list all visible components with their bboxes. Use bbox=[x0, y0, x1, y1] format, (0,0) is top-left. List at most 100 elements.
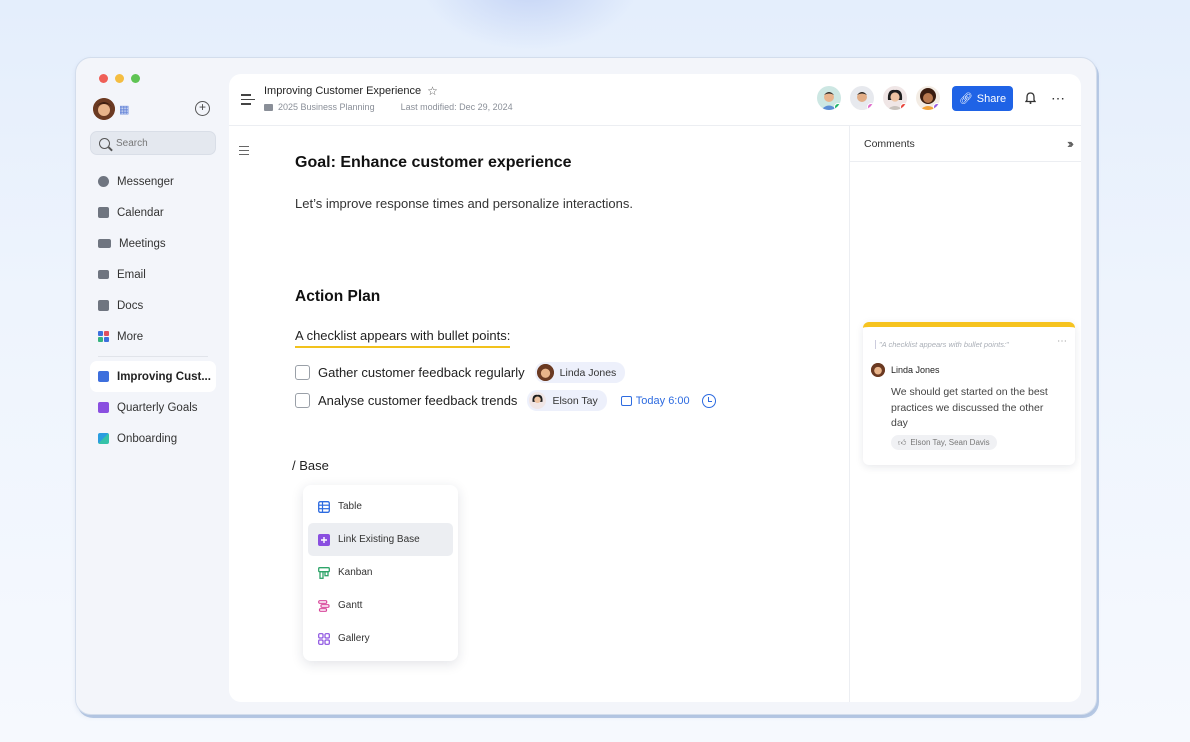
highlighted-text[interactable]: A checklist appears with bullet points: bbox=[295, 328, 511, 348]
author-name: Linda Jones bbox=[891, 365, 940, 375]
doc-header: Improving Customer Experience ☆ 2025 Bus… bbox=[229, 74, 1081, 126]
messenger-icon bbox=[98, 176, 109, 187]
sidebar: ▦ + Search Messenger Calendar Meetings E… bbox=[76, 58, 229, 714]
sidebar-item-more[interactable]: More bbox=[90, 321, 216, 352]
kanban-icon bbox=[318, 566, 330, 579]
goal-heading: Goal: Enhance customer experience bbox=[295, 154, 572, 171]
sidebar-item-calendar[interactable]: Calendar bbox=[90, 197, 216, 228]
calendar-icon bbox=[620, 395, 632, 406]
assignee-chip[interactable]: Linda Jones bbox=[534, 362, 626, 383]
reaction-users: Elson Tay, Sean Davis bbox=[910, 438, 990, 447]
menu-item-label: Kanban bbox=[338, 567, 373, 578]
due-date-chip[interactable]: Today 6:00 bbox=[620, 394, 690, 407]
video-camera-icon bbox=[98, 239, 111, 248]
sidebar-item-label: Messenger bbox=[117, 175, 174, 188]
menu-item-kanban[interactable]: Kanban bbox=[308, 556, 453, 589]
gallery-icon bbox=[318, 632, 330, 645]
share-label: Share bbox=[976, 92, 1007, 105]
checklist-item: Analyse customer feedback trends Elson T… bbox=[295, 390, 716, 411]
link-base-icon bbox=[318, 533, 330, 546]
task-text: Gather customer feedback regularly bbox=[318, 365, 525, 380]
sidebar-item-label: Calendar bbox=[117, 206, 164, 219]
last-modified: Last modified: Dec 29, 2024 bbox=[400, 102, 513, 112]
menu-item-table[interactable]: Table bbox=[308, 490, 453, 523]
sidebar-item-label: Onboarding bbox=[117, 432, 178, 445]
calendar-icon bbox=[98, 207, 109, 218]
search-input[interactable]: Search bbox=[90, 131, 216, 155]
comments-title: Comments bbox=[864, 137, 915, 150]
avatar bbox=[536, 364, 554, 381]
doc-title-row: Improving Customer Experience ☆ bbox=[264, 84, 438, 98]
apps-grid-icon bbox=[98, 331, 109, 342]
action-plan-heading: Action Plan bbox=[295, 288, 381, 305]
folder-icon bbox=[264, 103, 273, 111]
doc-editor[interactable]: Goal: Enhance customer experience Let’s … bbox=[229, 126, 849, 702]
gantt-icon bbox=[318, 599, 330, 612]
intro-paragraph: Let’s improve response times and persona… bbox=[295, 196, 633, 211]
comments-header: Comments ››› bbox=[850, 126, 1081, 162]
sidebar-doc-onboarding[interactable]: Onboarding bbox=[90, 423, 216, 454]
comment-card[interactable]: "A checklist appears with bullet points:… bbox=[863, 322, 1075, 465]
sidebar-item-docs[interactable]: Docs bbox=[90, 290, 216, 321]
reaction-chip[interactable]: 👍︎ Elson Tay, Sean Davis bbox=[891, 435, 997, 450]
comment-body: We should get started on the best practi… bbox=[891, 386, 1048, 429]
avatar[interactable] bbox=[916, 86, 940, 110]
more-options-icon[interactable]: ⋯ bbox=[1057, 336, 1067, 347]
menu-icon[interactable] bbox=[239, 146, 249, 157]
user-avatar[interactable] bbox=[93, 98, 115, 120]
link-icon: 🔗︎ bbox=[958, 93, 973, 105]
breadcrumb-folder[interactable]: 2025 Business Planning bbox=[278, 102, 375, 112]
calendar-badge-icon: ▦ bbox=[119, 103, 130, 116]
sidebar-item-label: Improving Cust... bbox=[117, 370, 211, 383]
menu-item-gantt[interactable]: Gantt bbox=[308, 589, 453, 622]
alarm-clock-icon[interactable] bbox=[701, 393, 716, 408]
task-text: Analyse customer feedback trends bbox=[318, 393, 518, 408]
sidebar-item-label: More bbox=[117, 330, 144, 343]
outline-toggle-icon[interactable] bbox=[241, 94, 255, 108]
checkbox[interactable] bbox=[295, 393, 310, 408]
menu-item-label: Link Existing Base bbox=[338, 534, 420, 545]
sidebar-nav: Messenger Calendar Meetings Email Docs M… bbox=[90, 166, 216, 454]
collaborator-avatars bbox=[817, 86, 940, 110]
checkbox[interactable] bbox=[295, 365, 310, 380]
collapse-panel-icon[interactable]: ››› bbox=[1067, 136, 1074, 151]
menu-item-label: Gallery bbox=[338, 633, 370, 644]
slides-icon bbox=[98, 433, 109, 444]
bell-icon[interactable] bbox=[1025, 92, 1036, 104]
sidebar-doc-improving-customer-experience[interactable]: Improving Cust... bbox=[90, 361, 216, 392]
assignee-chip[interactable]: Elson Tay bbox=[527, 390, 607, 411]
menu-item-gallery[interactable]: Gallery bbox=[308, 622, 453, 655]
comment-author: Linda Jones bbox=[871, 363, 940, 377]
due-date: Today 6:00 bbox=[635, 394, 690, 407]
sidebar-item-messenger[interactable]: Messenger bbox=[90, 166, 216, 197]
avatar[interactable] bbox=[850, 86, 874, 110]
slash-command-text[interactable]: / Base bbox=[292, 458, 329, 473]
sidebar-item-label: Meetings bbox=[119, 237, 166, 250]
doc-icon bbox=[98, 371, 109, 382]
add-icon[interactable]: + bbox=[195, 101, 210, 116]
comment-quote: "A checklist appears with bullet points:… bbox=[875, 340, 1009, 349]
menu-item-link-existing-base[interactable]: Link Existing Base bbox=[308, 523, 453, 556]
avatar bbox=[529, 392, 547, 409]
menu-item-label: Table bbox=[338, 501, 362, 512]
star-icon[interactable]: ☆ bbox=[427, 84, 438, 98]
menu-item-label: Gantt bbox=[338, 600, 363, 611]
document-icon bbox=[98, 300, 109, 311]
sidebar-item-meetings[interactable]: Meetings bbox=[90, 228, 216, 259]
sidebar-doc-quarterly-goals[interactable]: Quarterly Goals bbox=[90, 392, 216, 423]
more-options-icon[interactable]: ⋯ bbox=[1051, 90, 1066, 107]
mail-icon bbox=[98, 270, 109, 279]
sidebar-item-label: Docs bbox=[117, 299, 144, 312]
sidebar-item-email[interactable]: Email bbox=[90, 259, 216, 290]
avatar[interactable] bbox=[817, 86, 841, 110]
workspace-switcher[interactable]: ▦ bbox=[93, 98, 129, 120]
share-button[interactable]: 🔗︎ Share bbox=[952, 86, 1013, 111]
search-placeholder: Search bbox=[116, 137, 148, 149]
comments-panel: Comments ››› "A checklist appears with b… bbox=[849, 126, 1081, 702]
doc-title[interactable]: Improving Customer Experience bbox=[264, 85, 421, 97]
sidebar-item-label: Quarterly Goals bbox=[117, 401, 198, 414]
slash-command-menu: Table Link Existing Base Kanban Gantt Ga… bbox=[303, 485, 458, 661]
avatar bbox=[871, 363, 885, 377]
checklist-item: Gather customer feedback regularly Linda… bbox=[295, 362, 626, 383]
avatar[interactable] bbox=[883, 86, 907, 110]
